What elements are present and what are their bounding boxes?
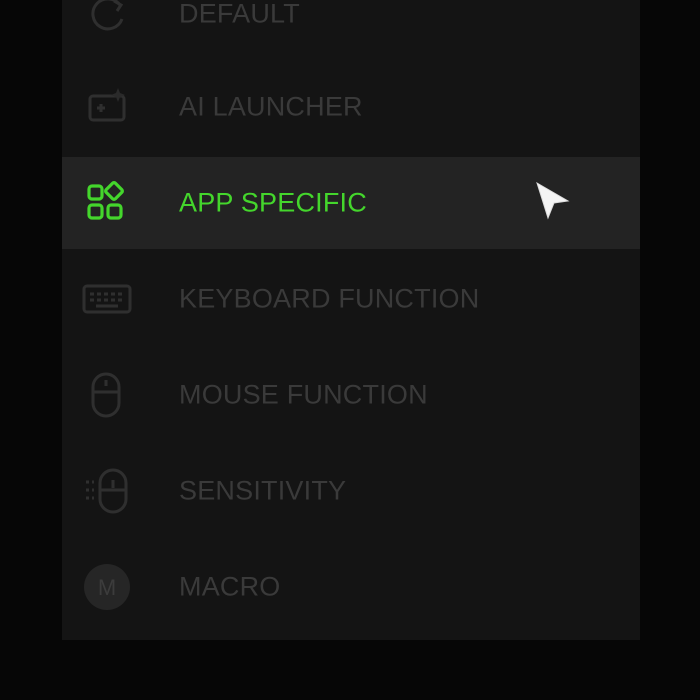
menu-item-label: DEFAULT bbox=[179, 0, 300, 29]
menu-item-mouse-function[interactable]: MOUSE FUNCTION bbox=[62, 349, 640, 441]
menu-item-sensitivity[interactable]: SENSITIVITY bbox=[62, 445, 640, 537]
menu-item-label: SENSITIVITY bbox=[179, 475, 347, 506]
menu-item-macro[interactable]: M MACRO bbox=[62, 541, 640, 633]
menu-item-label: AI LAUNCHER bbox=[179, 91, 363, 122]
menu-item-label: APP SPECIFIC bbox=[179, 187, 367, 218]
apps-grid-icon bbox=[84, 180, 130, 226]
sensitivity-icon bbox=[84, 468, 130, 514]
macro-icon-glyph: M bbox=[98, 575, 116, 600]
menu-item-ai-launcher[interactable]: AI LAUNCHER bbox=[62, 61, 640, 153]
menu-item-label: MOUSE FUNCTION bbox=[179, 379, 428, 410]
keyboard-icon bbox=[82, 276, 132, 322]
ai-launcher-icon bbox=[84, 84, 130, 130]
menu-item-label: KEYBOARD FUNCTION bbox=[179, 283, 480, 314]
refresh-icon bbox=[84, 0, 130, 37]
menu-item-label: MACRO bbox=[179, 571, 281, 602]
menu-item-app-specific[interactable]: APP SPECIFIC bbox=[62, 157, 640, 249]
menu-item-keyboard-function[interactable]: KEYBOARD FUNCTION bbox=[62, 253, 640, 345]
macro-icon: M bbox=[84, 564, 130, 610]
menu-item-default[interactable]: DEFAULT bbox=[62, 0, 640, 60]
mouse-icon bbox=[84, 372, 130, 418]
